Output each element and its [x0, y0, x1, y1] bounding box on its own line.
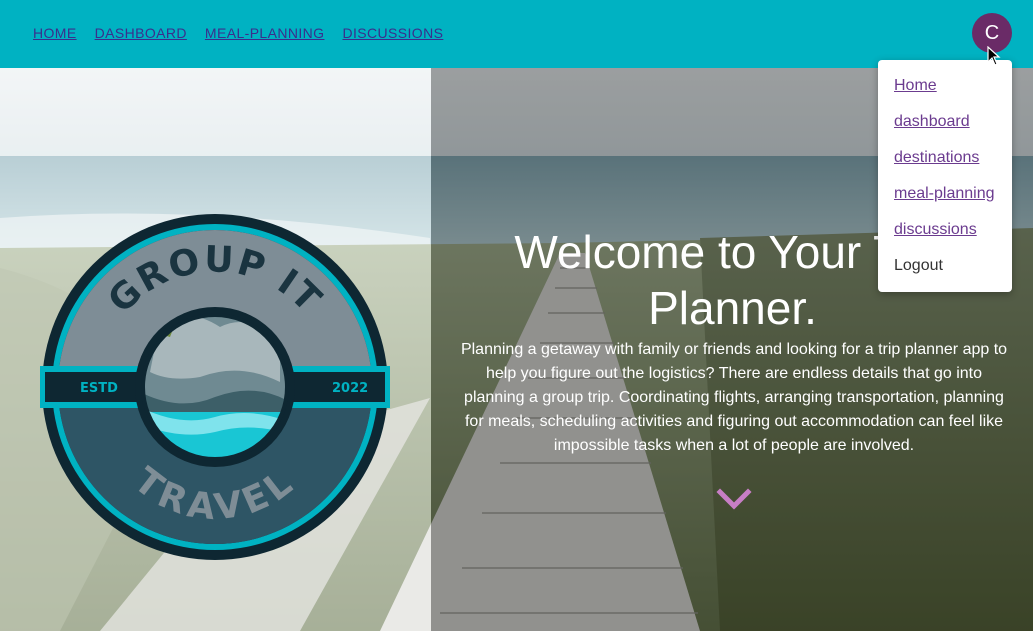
menu-item-home[interactable]: Home: [894, 77, 937, 95]
chevron-down-icon[interactable]: [716, 488, 752, 512]
nav-link-home[interactable]: HOME: [33, 25, 77, 41]
logo-estd-label: ESTD: [80, 381, 118, 396]
menu-item-dashboard[interactable]: dashboard: [894, 113, 970, 131]
hero-description: Planning a getaway with family or friend…: [460, 341, 1008, 454]
user-dropdown-menu: Home dashboard destinations meal-plannin…: [878, 60, 1012, 292]
nav-link-dashboard[interactable]: DASHBOARD: [95, 25, 187, 41]
menu-item-meal-planning[interactable]: meal-planning: [894, 185, 995, 203]
menu-item-logout[interactable]: Logout: [894, 257, 943, 275]
group-it-travel-logo: GROUP IT TRAVEL ESTD 2022: [40, 214, 390, 560]
top-navbar: HOME DASHBOARD MEAL-PLANNING DISCUSSIONS…: [0, 0, 1033, 68]
nav-link-discussions[interactable]: DISCUSSIONS: [342, 25, 443, 41]
mouse-pointer-icon: [987, 46, 1001, 66]
nav-links: HOME DASHBOARD MEAL-PLANNING DISCUSSIONS: [33, 25, 443, 41]
logo-year: 2022: [332, 381, 368, 396]
nav-link-meal-planning[interactable]: MEAL-PLANNING: [205, 25, 325, 41]
menu-item-destinations[interactable]: destinations: [894, 149, 979, 167]
menu-item-discussions[interactable]: discussions: [894, 221, 977, 239]
